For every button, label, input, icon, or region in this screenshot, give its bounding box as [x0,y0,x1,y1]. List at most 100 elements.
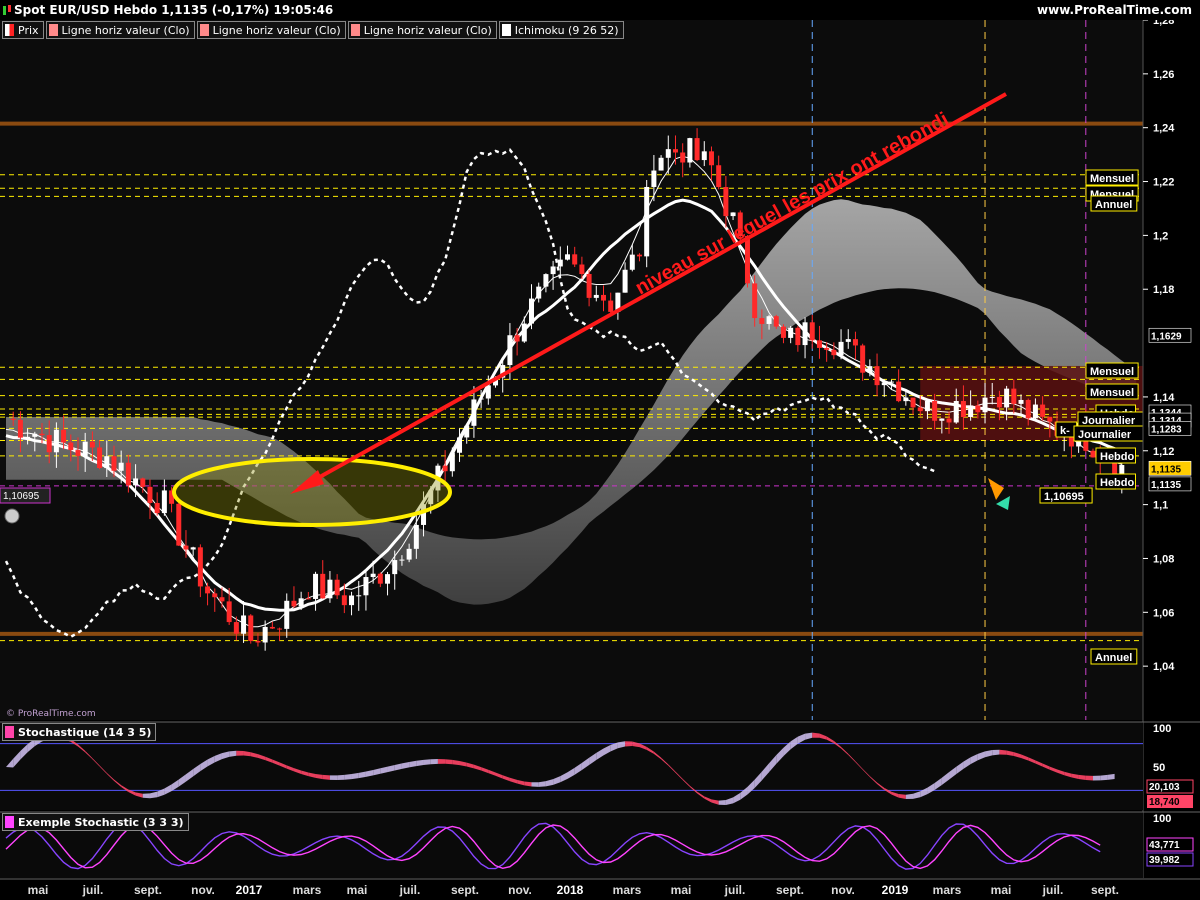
x-tick-label: mars [933,883,962,897]
candle-body [118,462,124,471]
example-stochastic-legend[interactable]: Exemple Stochastic (3 3 3) [2,813,189,831]
candle-body [377,573,383,584]
stochastic-fill [999,749,1007,755]
candle-body [867,366,873,373]
x-tick-label: sept. [134,883,162,897]
stochastic-fill [437,759,446,764]
candle-body [910,397,916,408]
x-tick-label: 2018 [557,883,584,897]
level-label: Annuel [1095,652,1132,664]
candle-body [320,573,326,599]
candle-body [183,545,189,550]
candle-body [759,318,765,324]
site-name[interactable]: www.ProRealTime.com [1037,3,1192,17]
candle-body [205,586,211,594]
candle-body [903,397,909,402]
candle-body [730,212,736,217]
ichimoku-swatch-icon [501,24,511,36]
x-tick-label: mars [613,883,642,897]
y-tick-label: 1,18 [1153,284,1174,296]
stochastic-legend[interactable]: Stochastique (14 3 5) [2,723,157,741]
stochastic-tick-label: 50 [1153,762,1165,774]
y-tick-label: 1,08 [1153,553,1174,565]
x-tick-label: 2017 [236,883,263,897]
level-label: Journalier [1082,415,1136,427]
level-label: Mensuel [1090,387,1134,399]
stochastic-fill [329,775,338,781]
chart-title: Spot EUR/USD Hebdo 1,1135 (-0,17%) 19:05… [14,3,334,17]
candle-body [629,254,635,270]
candle-body [125,462,131,486]
y-tick-label: 1,12 [1153,446,1174,458]
candle-body [291,600,297,607]
candle-body [1090,450,1096,458]
candle-body [75,450,81,456]
candle-body [579,264,585,275]
candle-body [946,418,952,423]
candle-body [896,381,902,402]
stochastic-fill [1085,775,1094,781]
candle-body [960,400,966,418]
candle-body [111,456,117,471]
candle-body [1018,399,1024,404]
stochastic-fill [625,741,633,747]
stochastic-fill [1100,774,1108,781]
candle-body [39,433,45,436]
example-stochastic-tick-label: 100 [1153,813,1171,825]
candle-body [313,573,319,599]
x-tick-label: juil. [82,883,104,897]
candle-body [133,478,139,486]
level-label: k- [1060,425,1070,437]
candle-body [334,579,340,596]
x-tick-label: nov. [508,883,532,897]
candle-body [413,524,419,549]
level-label: Hebdo [1100,477,1135,489]
candle-body [190,547,196,550]
candle-body [917,407,923,412]
chart-canvas[interactable]: niveau sur lequel les prix ont rebondi1,… [0,0,1200,900]
candle-body [644,186,650,257]
x-tick-label: nov. [831,883,855,897]
candle-body [831,349,837,356]
stochastic-value: 20,103 [1149,782,1180,793]
legend-item-horiz-2[interactable]: Ligne horiz valeur (Clo) [196,21,346,39]
legend-label: Ligne horiz valeur (Clo) [61,23,190,37]
stochastic-fill [142,793,150,799]
candle-body [248,615,254,641]
x-tick-label: sept. [451,883,479,897]
candle-body [766,316,772,324]
x-tick-label: mai [671,883,692,897]
candle-body [600,294,606,301]
candle-body [521,323,527,342]
stochastic-fill [992,749,1000,756]
legend-item-horiz-3[interactable]: Ligne horiz valeur (Clo) [347,21,497,39]
candle-body [565,254,570,260]
candle-body [25,436,31,438]
candle-body [68,442,74,451]
x-tick-label: mai [991,883,1012,897]
y-tick-label: 1,06 [1153,607,1174,619]
candle-body [241,615,247,634]
legend-item-price[interactable]: Prix [2,21,44,39]
candle-body [161,490,167,514]
x-tick-label: juil. [1042,883,1064,897]
candle-body [845,339,851,342]
legend-item-ichimoku[interactable]: Ichimoku (9 26 52) [498,21,624,39]
candle-body [809,322,815,341]
stochastic-tick-label: 100 [1153,723,1171,735]
candle-body [197,547,203,587]
candle-body [881,382,887,386]
candle-body [939,418,945,421]
candle-body [457,437,463,453]
candle-body [255,640,261,643]
candle-body [557,259,563,267]
candle-body [802,322,808,346]
level-label: 1,10695 [1044,491,1084,503]
legend-label: Ligne horiz valeur (Clo) [363,23,492,37]
candle-body [478,398,484,400]
candle-body [550,266,556,275]
example-stochastic-value: 39,982 [1149,855,1180,866]
candle-body [744,236,750,284]
price-tag: 1,1283 [1151,424,1182,435]
legend-item-horiz-1[interactable]: Ligne horiz valeur (Clo) [45,21,195,39]
